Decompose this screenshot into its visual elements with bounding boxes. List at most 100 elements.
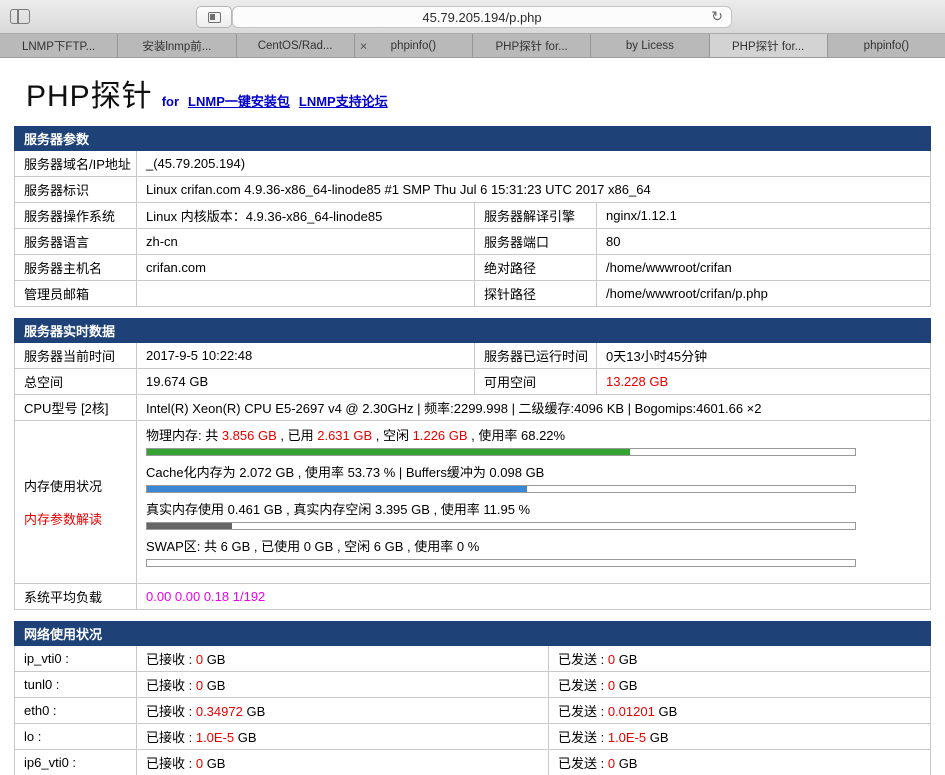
field-value: zh-cn	[136, 228, 475, 255]
field-label: 服务器当前时间	[14, 342, 137, 369]
tab-label: PHP探针 for...	[495, 40, 568, 53]
field-value: _(45.79.205.194)	[136, 150, 931, 177]
cache-memory-line: Cache化内存为 2.072 GB , 使用率 53.73 % | Buffe…	[146, 465, 545, 480]
field-label: 探针路径	[473, 280, 597, 307]
rx-value: 0	[195, 678, 204, 693]
interface-name: tunl0 :	[14, 671, 137, 698]
field-value: 80	[595, 228, 932, 255]
field-value: crifan.com	[136, 254, 475, 281]
memory-row: 内存使用状况 内存参数解读 物理内存: 共 3.856 GB , 已用 2.63…	[14, 420, 931, 584]
swap-bar	[146, 559, 856, 567]
page-title: PHP探针	[26, 80, 153, 113]
table-row: 系统平均负载 0.00 0.00 0.18 1/192	[14, 583, 931, 610]
address-bar[interactable]: 45.79.205.194/p.php ↻	[232, 6, 732, 28]
section-title: 服务器参数	[14, 126, 931, 151]
rx-value: 0	[195, 652, 204, 667]
tab-install-lnmp[interactable]: 安装lnmp前...	[118, 34, 237, 57]
field-value: nginx/1.12.1	[595, 202, 932, 229]
tab-phpinfo-2[interactable]: phpinfo()	[827, 34, 945, 57]
tab-by-licess[interactable]: by Licess	[591, 34, 710, 57]
tab-label: CentOS/Rad...	[257, 39, 333, 52]
rx-value: 0	[195, 756, 204, 771]
mem-used-value: 2.631 GB	[317, 428, 373, 443]
rx-cell: 已接收 : 0 GB	[136, 671, 549, 698]
field-label: 服务器操作系统	[14, 202, 137, 229]
interface-name: ip_vti0 :	[14, 645, 137, 672]
for-label: for	[161, 94, 180, 109]
field-value: Linux 内核版本：4.9.36-x86_64-linode85	[136, 202, 475, 229]
table-row: 服务器主机名 crifan.com 绝对路径 /home/wwwroot/cri…	[14, 254, 932, 281]
reload-icon[interactable]: ↻	[711, 8, 723, 25]
interface-name: ip6_vti0 :	[14, 749, 137, 775]
tab-php-probe-active[interactable]: PHP探针 for...	[709, 34, 828, 57]
server-params-table: 服务器参数 服务器域名/IP地址 _(45.79.205.194) 服务器标识 …	[14, 126, 932, 307]
section-header-row: 网络使用状况	[14, 621, 931, 646]
link-lnmp-package[interactable]: LNMP一键安装包	[188, 91, 290, 110]
reader-button[interactable]	[196, 6, 232, 28]
table-row: tunl0 : 已接收 : 0 GB 已发送 : 0 GB	[14, 671, 931, 698]
rx-cell: 已接收 : 0 GB	[136, 645, 549, 672]
browser-toolbar: 45.79.205.194/p.php ↻	[0, 0, 945, 34]
field-label: 可用空间	[473, 368, 597, 395]
memory-detail-cell: 物理内存: 共 3.856 GB , 已用 2.631 GB , 空闲 1.22…	[136, 420, 931, 584]
table-row: 管理员邮箱 探针路径 /home/wwwroot/crifan/p.php	[14, 280, 932, 307]
tab-lnmp-ftp[interactable]: LNMP下FTP...	[0, 34, 119, 57]
table-row: 服务器当前时间 2017-9-5 10:22:48 服务器已运行时间 0天13小…	[14, 342, 932, 369]
tx-value: 0	[607, 652, 616, 667]
tx-cell: 已发送 : 0 GB	[548, 749, 931, 775]
mem-free-value: 1.226 GB	[412, 428, 468, 443]
table-row: ip_vti0 : 已接收 : 0 GB 已发送 : 0 GB	[14, 645, 931, 672]
field-label: 管理员邮箱	[14, 280, 137, 307]
rx-cell: 已接收 : 1.0E-5 GB	[136, 723, 549, 750]
table-row: ip6_vti0 : 已接收 : 0 GB 已发送 : 0 GB	[14, 749, 931, 775]
bar-fill	[147, 523, 232, 529]
table-row: CPU型号 [2核] Intel(R) Xeon(R) CPU E5-2697 …	[14, 394, 931, 421]
memory-help-link[interactable]: 内存参数解读	[24, 509, 127, 528]
tab-phpinfo-1[interactable]: × phpinfo()	[354, 34, 473, 57]
link-lnmp-forum[interactable]: LNMP支持论坛	[299, 91, 388, 110]
load-average-value: 0.00 0.00 0.18 1/192	[136, 583, 931, 610]
bar-fill	[147, 449, 630, 455]
url-text: 45.79.205.194/p.php	[422, 9, 542, 25]
field-value: 0天13小时45分钟	[595, 342, 932, 369]
tab-label: LNMP下FTP...	[21, 40, 96, 53]
field-label: 服务器解译引擎	[473, 202, 597, 229]
tx-value: 0.01201	[607, 704, 655, 719]
tab-label: PHP探针 for...	[732, 40, 805, 53]
table-row: 总空间 19.674 GB 可用空间 13.228 GB	[14, 368, 932, 395]
mem-total-value: 3.856 GB	[221, 428, 277, 443]
field-value: 19.674 GB	[136, 368, 475, 395]
field-label: 服务器标识	[14, 176, 137, 203]
real-memory-line: 真实内存使用 0.461 GB , 真实内存空闲 3.395 GB , 使用率 …	[146, 502, 531, 517]
physical-memory-line: 物理内存: 共 3.856 GB , 已用 2.631 GB , 空闲 1.22…	[146, 428, 566, 443]
field-label: 服务器端口	[473, 228, 597, 255]
section-header-row: 服务器实时数据	[14, 318, 931, 343]
interface-name: lo :	[14, 723, 137, 750]
network-table: 网络使用状况 ip_vti0 : 已接收 : 0 GB 已发送 : 0 GB t…	[14, 621, 931, 775]
rx-cell: 已接收 : 0 GB	[136, 749, 549, 775]
field-label: 服务器域名/IP地址	[14, 150, 137, 177]
field-label: 服务器已运行时间	[473, 342, 597, 369]
sidebar-toggle-button[interactable]	[10, 9, 30, 24]
tab-bar: LNMP下FTP... 安装lnmp前... CentOS/Rad... × p…	[0, 34, 945, 58]
real-memory-bar	[146, 522, 856, 530]
tab-centos[interactable]: CentOS/Rad...	[236, 34, 355, 57]
tx-cell: 已发送 : 0.01201 GB	[548, 697, 931, 724]
field-label: 总空间	[14, 368, 137, 395]
sidebar-icon	[10, 9, 30, 24]
physical-memory-bar	[146, 448, 856, 456]
field-value: 2017-9-5 10:22:48	[136, 342, 475, 369]
field-label: CPU型号 [2核]	[14, 394, 137, 421]
field-label: 绝对路径	[473, 254, 597, 281]
rx-value: 0.34972	[195, 704, 243, 719]
rx-cell: 已接收 : 0.34972 GB	[136, 697, 549, 724]
field-label: 服务器语言	[14, 228, 137, 255]
tab-php-probe-1[interactable]: PHP探针 for...	[473, 34, 592, 57]
realtime-table: 服务器实时数据 服务器当前时间 2017-9-5 10:22:48 服务器已运行…	[14, 318, 932, 610]
tx-cell: 已发送 : 1.0E-5 GB	[548, 723, 931, 750]
field-value: /home/wwwroot/crifan	[595, 254, 932, 281]
field-value: Intel(R) Xeon(R) CPU E5-2697 v4 @ 2.30GH…	[136, 394, 931, 421]
field-value	[136, 280, 475, 307]
tab-close-icon[interactable]: ×	[360, 39, 368, 52]
table-row: 服务器域名/IP地址 _(45.79.205.194)	[14, 150, 931, 177]
